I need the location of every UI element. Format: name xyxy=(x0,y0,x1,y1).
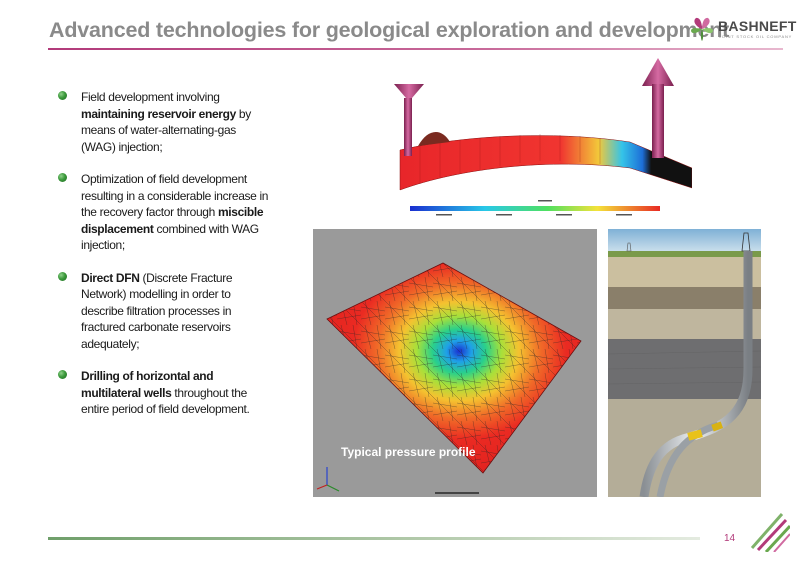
bullet-text: Field development involving maintaining … xyxy=(81,90,251,154)
page-title: Advanced technologies for geological exp… xyxy=(49,18,730,42)
bullet-item-wag: Field development involving maintaining … xyxy=(58,89,270,155)
bullet-dot-icon xyxy=(58,370,67,379)
horizontal-well-image xyxy=(608,229,761,497)
bashneft-flower-icon xyxy=(691,17,713,41)
bullet-item-wells: Drilling of horizontal and multilateral … xyxy=(58,368,270,418)
bullet-text: Direct DFN (Discrete Fracture Network) m… xyxy=(81,270,233,351)
pressure-map-figure: Typical pressure profile xyxy=(313,229,597,497)
page-number: 14 xyxy=(724,533,736,544)
corner-stripes-icon xyxy=(750,513,790,552)
logo-subtitle: JOINT STOCK OIL COMPANY xyxy=(719,34,793,39)
logo: BASHNEFT JOINT STOCK OIL COMPANY xyxy=(689,16,796,42)
bullet-dot-icon xyxy=(58,91,67,100)
reservoir-section-figure xyxy=(394,58,692,216)
map-caption: Typical pressure profile xyxy=(341,445,476,459)
bullet-list: Field development involving maintaining … xyxy=(58,89,270,434)
bullet-text: Optimization of field development result… xyxy=(81,172,269,252)
bullet-text: Drilling of horizontal and multilateral … xyxy=(81,369,250,416)
logo-name: BASHNEFT xyxy=(718,18,797,34)
bullet-dot-icon xyxy=(58,173,67,182)
footer-divider xyxy=(48,537,700,540)
bullet-item-miscible: Optimization of field development result… xyxy=(58,171,270,254)
horizontal-well-figure xyxy=(608,229,761,497)
bullet-item-dfn: Direct DFN (Discrete Fracture Network) m… xyxy=(58,270,270,353)
bullet-dot-icon xyxy=(58,271,67,281)
title-divider xyxy=(48,48,783,50)
